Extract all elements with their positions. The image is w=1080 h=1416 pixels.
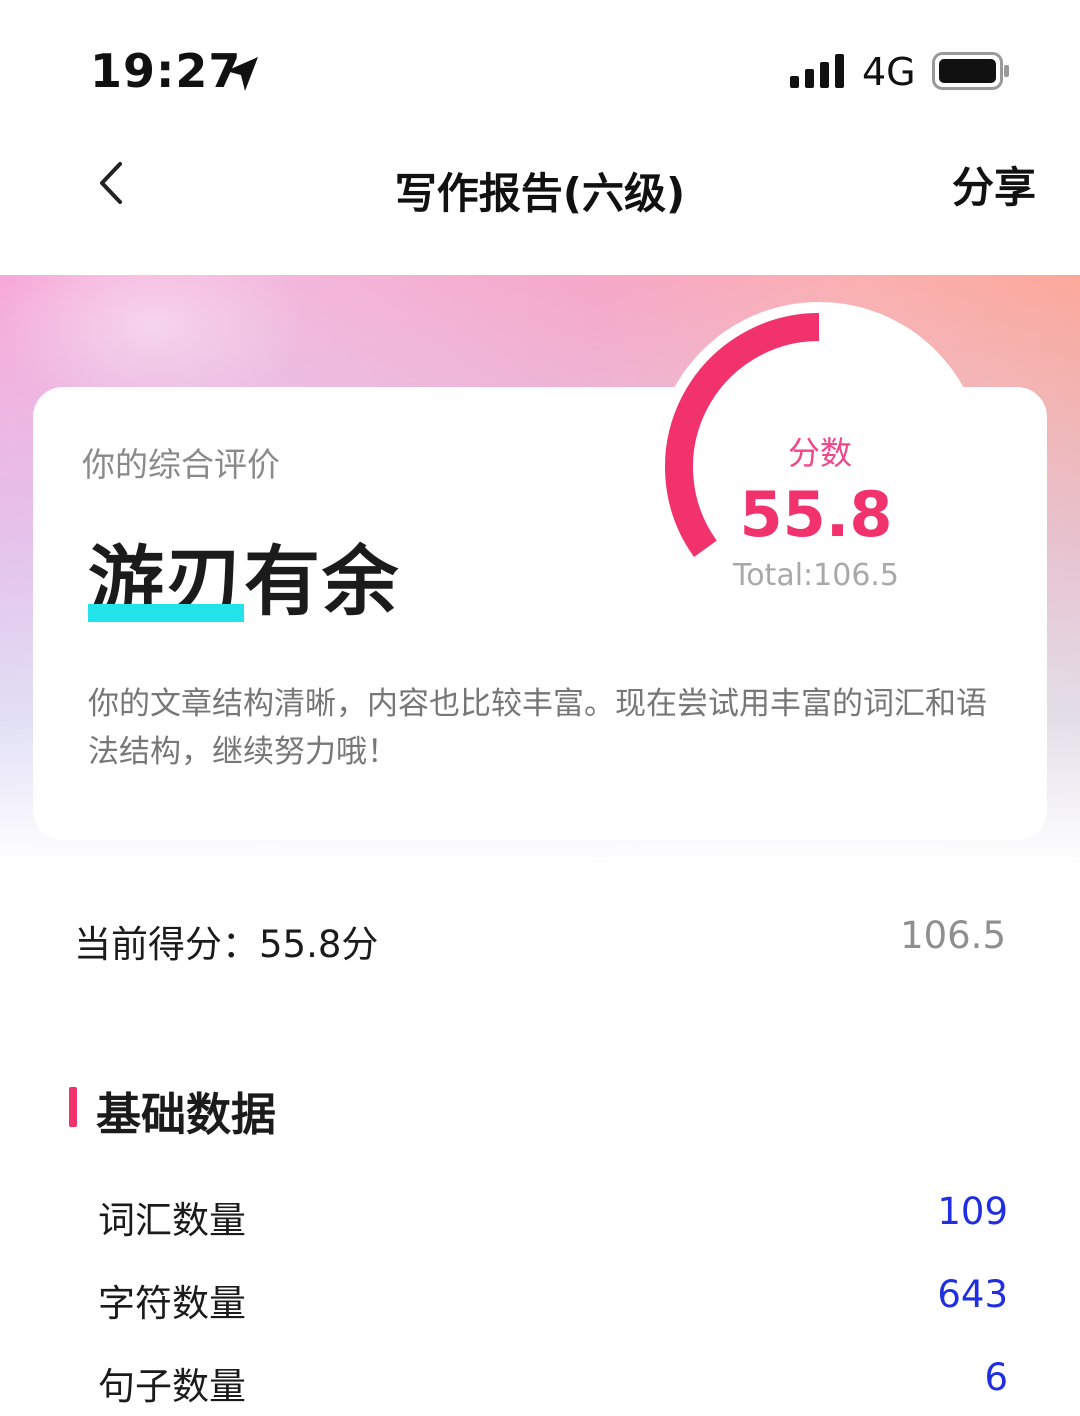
stat-value: 6 [984,1356,1008,1399]
current-score-label: 当前得分：55.8分 [74,914,378,968]
nav-bar: 写作报告(六级) 分享 [0,140,1080,275]
stat-row-characters: 字符数量 643 [0,1273,1080,1333]
score-label: 分数 [787,434,852,472]
stat-row-vocabulary: 词汇数量 109 [0,1190,1080,1250]
stat-row-sentences: 句子数量 6 [0,1356,1080,1416]
current-score-value: 55.8分 [259,923,379,966]
stat-label: 词汇数量 [98,1199,246,1242]
section-title-basic-data: 基础数据 [96,1088,277,1141]
current-score-total: 106.5 [900,914,1006,957]
stat-value: 109 [937,1190,1008,1233]
share-button[interactable]: 分享 [952,154,1036,215]
section-accent-bar [69,1087,77,1127]
stat-value: 643 [937,1273,1008,1316]
stat-label: 句子数量 [98,1365,246,1408]
evaluation-underline [88,604,244,622]
status-time: 19:27 [90,44,242,98]
evaluation-comment: 你的文章结构清晰，内容也比较丰富。现在尝试用丰富的词汇和语法结构，继续努力哦！ [88,686,987,770]
signal-bars-icon [790,54,844,88]
score-total: Total:106.5 [732,558,900,593]
score-value: 55.8 [739,478,893,551]
status-bar: 19:27 4G [0,0,1080,140]
location-arrow-icon [226,57,258,91]
evaluation-label: 你的综合评价 [82,445,280,484]
battery-icon [932,52,1009,90]
network-type: 4G [862,50,916,94]
current-score-prefix: 当前得分： [74,923,259,966]
page-title: 写作报告(六级) [394,169,686,218]
stat-label: 字符数量 [98,1282,246,1325]
